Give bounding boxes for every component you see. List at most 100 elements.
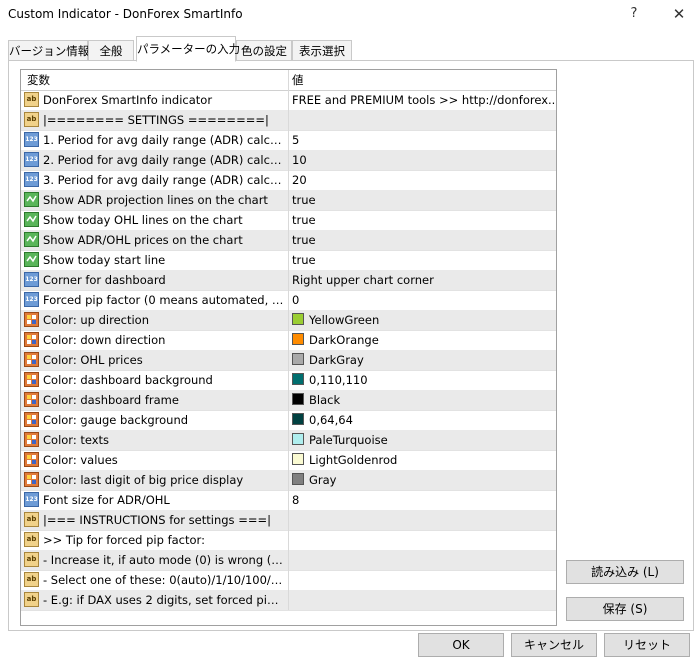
- color-swatch: [292, 333, 304, 345]
- parameter-name: Font size for ADR/OHL: [43, 493, 170, 507]
- table-row[interactable]: Color: down direction DarkOrange: [21, 330, 556, 351]
- tab-general[interactable]: 全般: [88, 40, 134, 61]
- parameter-value-cell[interactable]: [289, 530, 556, 550]
- parameter-value-cell[interactable]: true: [289, 190, 556, 210]
- parameter-value-cell[interactable]: DarkGray: [289, 350, 556, 370]
- parameter-value-cell[interactable]: [289, 110, 556, 130]
- parameter-name-cell: 123 Corner for dashboard: [21, 270, 289, 290]
- parameter-name: Show today start line: [43, 253, 166, 267]
- ok-button[interactable]: OK: [418, 633, 504, 657]
- table-row[interactable]: Color: last digit of big price display Gr…: [21, 470, 556, 491]
- parameter-value-cell[interactable]: Right upper chart corner: [289, 270, 556, 290]
- parameter-value-cell[interactable]: PaleTurquoise: [289, 430, 556, 450]
- parameter-value: 0,64,64: [309, 413, 353, 427]
- parameter-name: Color: values: [43, 453, 118, 467]
- cancel-button[interactable]: キャンセル: [511, 633, 597, 657]
- close-button[interactable]: ✕: [663, 2, 695, 26]
- table-row[interactable]: ab - Select one of these: 0(auto)/1/10/10…: [21, 570, 556, 591]
- parameter-value-cell[interactable]: Black: [289, 390, 556, 410]
- header-value-cell: 値: [289, 70, 556, 90]
- table-row[interactable]: 123 Font size for ADR/OHL 8: [21, 490, 556, 511]
- text-icon: ab: [24, 512, 39, 527]
- parameter-name: Color: dashboard background: [43, 373, 213, 387]
- parameter-name-cell: ab - Select one of these: 0(auto)/1/10/10…: [21, 570, 289, 590]
- parameter-name-cell: 123 3. Period for avg daily range (ADR) c…: [21, 170, 289, 190]
- color-icon: [24, 372, 39, 387]
- color-swatch: [292, 473, 304, 485]
- parameter-value-cell[interactable]: 20: [289, 170, 556, 190]
- table-row[interactable]: Show ADR/OHL prices on the chart true: [21, 230, 556, 251]
- parameter-name-cell: 123 Font size for ADR/OHL: [21, 490, 289, 510]
- help-button[interactable]: ?: [618, 2, 650, 26]
- tab-colors[interactable]: 色の設定: [236, 40, 292, 61]
- table-row[interactable]: Color: texts PaleTurquoise: [21, 430, 556, 451]
- parameter-value-cell[interactable]: 0: [289, 290, 556, 310]
- table-row[interactable]: Color: OHL prices DarkGray: [21, 350, 556, 371]
- table-row[interactable]: Color: values LightGoldenrod: [21, 450, 556, 471]
- parameter-name-cell: ab |=== INSTRUCTIONS for settings ===|: [21, 510, 289, 530]
- parameter-name: - Increase it, if auto mode (0) is wrong…: [43, 553, 285, 567]
- tab-visualization[interactable]: 表示選択: [292, 40, 352, 61]
- parameter-name-cell: Color: values: [21, 450, 289, 470]
- parameter-value-cell[interactable]: [289, 510, 556, 530]
- parameter-value-cell[interactable]: 0,110,110: [289, 370, 556, 390]
- color-swatch: [292, 313, 304, 325]
- table-row[interactable]: Color: dashboard background 0,110,110: [21, 370, 556, 391]
- load-button[interactable]: 読み込み (L): [566, 560, 684, 584]
- parameter-value-cell[interactable]: Gray: [289, 470, 556, 490]
- parameter-value-cell[interactable]: 8: [289, 490, 556, 510]
- text-icon: ab: [24, 552, 39, 567]
- table-row[interactable]: 123 3. Period for avg daily range (ADR) c…: [21, 170, 556, 191]
- table-row[interactable]: Show ADR projection lines on the chart tr…: [21, 190, 556, 211]
- parameter-name: - E.g: if DAX uses 2 digits, set forced …: [43, 593, 285, 607]
- boolean-icon: [24, 232, 39, 247]
- parameter-name-cell: ab - Increase it, if auto mode (0) is wro…: [21, 550, 289, 570]
- parameter-name-cell: Show today OHL lines on the chart: [21, 210, 289, 230]
- table-row[interactable]: Color: gauge background 0,64,64: [21, 410, 556, 431]
- table-row[interactable]: Show today start line true: [21, 250, 556, 271]
- parameter-name: Corner for dashboard: [43, 273, 166, 287]
- parameter-value-cell[interactable]: [289, 570, 556, 590]
- table-row[interactable]: 123 Forced pip factor (0 means automated,…: [21, 290, 556, 311]
- table-row[interactable]: 123 1. Period for avg daily range (ADR) c…: [21, 130, 556, 151]
- parameter-name-cell: Show ADR projection lines on the chart: [21, 190, 289, 210]
- table-row[interactable]: 123 2. Period for avg daily range (ADR) c…: [21, 150, 556, 171]
- reset-button[interactable]: リセット: [604, 633, 690, 657]
- parameter-value-cell[interactable]: 5: [289, 130, 556, 150]
- table-row[interactable]: ab DonForex SmartInfo indicator FREE and P…: [21, 90, 556, 111]
- parameter-value-cell[interactable]: 0,64,64: [289, 410, 556, 430]
- parameter-name: Color: up direction: [43, 313, 149, 327]
- color-icon: [24, 312, 39, 327]
- color-swatch: [292, 413, 304, 425]
- table-row[interactable]: ab |======== SETTINGS ========|: [21, 110, 556, 131]
- table-row[interactable]: Show today OHL lines on the chart true: [21, 210, 556, 231]
- parameter-value-cell[interactable]: 10: [289, 150, 556, 170]
- parameter-value-cell[interactable]: DarkOrange: [289, 330, 556, 350]
- parameter-value-cell[interactable]: true: [289, 230, 556, 250]
- parameter-name: Color: dashboard frame: [43, 393, 179, 407]
- save-button[interactable]: 保存 (S): [566, 597, 684, 621]
- table-row[interactable]: ab |=== INSTRUCTIONS for settings ===|: [21, 510, 556, 531]
- parameter-value-cell[interactable]: FREE and PREMIUM tools >> http://donfore…: [289, 90, 556, 110]
- table-row[interactable]: 123 Corner for dashboard Right upper chart…: [21, 270, 556, 291]
- tab-input-parameters[interactable]: パラメーターの入力: [136, 36, 240, 62]
- table-row[interactable]: Color: dashboard frame Black: [21, 390, 556, 411]
- parameter-value-cell[interactable]: true: [289, 250, 556, 270]
- parameter-value-cell[interactable]: YellowGreen: [289, 310, 556, 330]
- parameter-name: - Select one of these: 0(auto)/1/10/100/…: [43, 573, 285, 587]
- parameter-value-cell[interactable]: [289, 590, 556, 610]
- table-row[interactable]: ab - E.g: if DAX uses 2 digits, set force…: [21, 590, 556, 611]
- parameter-name: DonForex SmartInfo indicator: [43, 93, 213, 107]
- table-row[interactable]: ab >> Tip for forced pip factor:: [21, 530, 556, 551]
- parameter-name-cell: Show ADR/OHL prices on the chart: [21, 230, 289, 250]
- parameter-name-cell: Color: gauge background: [21, 410, 289, 430]
- color-swatch: [292, 373, 304, 385]
- table-row[interactable]: ab - Increase it, if auto mode (0) is wro…: [21, 550, 556, 571]
- header-name-cell: 変数: [21, 70, 289, 90]
- parameter-value-cell[interactable]: LightGoldenrod: [289, 450, 556, 470]
- tab-version-info[interactable]: バージョン情報: [8, 40, 89, 61]
- parameter-value-cell[interactable]: [289, 550, 556, 570]
- parameter-value-cell[interactable]: true: [289, 210, 556, 230]
- table-row[interactable]: Color: up direction YellowGreen: [21, 310, 556, 331]
- parameter-value: FREE and PREMIUM tools >> http://donfore…: [292, 93, 556, 107]
